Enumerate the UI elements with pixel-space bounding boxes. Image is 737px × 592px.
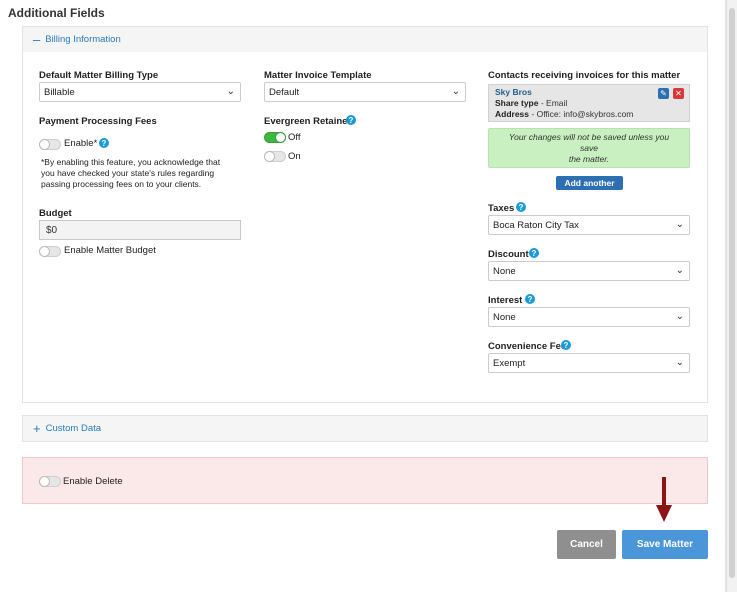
add-another-button[interactable]: Add another — [556, 176, 623, 190]
billing-type-label: Default Matter Billing Type — [39, 70, 159, 81]
budget-input[interactable]: $0 — [39, 220, 241, 240]
chevron-down-icon: ⌄ — [675, 265, 684, 276]
chevron-down-icon: ⌄ — [675, 357, 684, 368]
contacts-label: Contacts receiving invoices for this mat… — [488, 70, 681, 81]
processing-fees-note: *By enabling this feature, you acknowled… — [41, 157, 221, 189]
enable-delete-label: Enable Delete — [63, 476, 123, 487]
expand-icon: + — [33, 421, 41, 436]
cancel-button[interactable]: Cancel — [557, 530, 616, 559]
processing-fees-toggle[interactable] — [39, 139, 61, 150]
contact-share-type: Share type - Email — [495, 98, 568, 108]
billing-section-title: Billing Information — [45, 34, 121, 45]
chevron-down-icon: ⌄ — [226, 86, 235, 97]
contact-address: Address - Office: info@skybros.com — [495, 109, 634, 119]
chevron-down-icon: ⌄ — [675, 311, 684, 322]
evergreen-off-label: Off — [288, 132, 301, 143]
taxes-label: Taxes — [488, 203, 515, 214]
pencil-icon[interactable]: ✎ — [658, 88, 669, 99]
interest-label: Interest — [488, 295, 523, 306]
help-icon[interactable]: ? — [346, 115, 356, 125]
taxes-value: Boca Raton City Tax — [493, 219, 579, 231]
discount-value: None — [493, 265, 516, 277]
unsaved-warning: Your changes will not be saved unless yo… — [488, 128, 690, 168]
evergreen-label: Evergreen Retainer — [264, 116, 352, 127]
arrow-down-icon — [656, 477, 672, 522]
close-icon[interactable]: ✕ — [673, 88, 684, 99]
scrollbar[interactable] — [726, 0, 737, 592]
processing-fees-toggle-label: Enable* — [64, 138, 98, 149]
help-icon[interactable]: ? — [525, 294, 535, 304]
billing-type-value: Billable — [44, 86, 75, 98]
delete-panel — [22, 457, 708, 504]
evergreen-off-toggle[interactable] — [264, 132, 286, 143]
budget-label: Budget — [39, 208, 72, 219]
evergreen-on-toggle[interactable] — [264, 151, 286, 162]
help-icon[interactable]: ? — [516, 202, 526, 212]
page-title: Additional Fields — [8, 6, 105, 20]
discount-select[interactable]: None ⌄ — [488, 261, 690, 281]
invoice-template-select[interactable]: Default ⌄ — [264, 82, 466, 102]
evergreen-on-label: On — [288, 151, 301, 162]
custom-data-title: Custom Data — [45, 423, 102, 434]
enable-delete-toggle[interactable] — [39, 476, 61, 487]
interest-value: None — [493, 311, 516, 323]
save-matter-button[interactable]: Save Matter — [622, 530, 708, 559]
convenience-fee-select[interactable]: Exempt ⌄ — [488, 353, 690, 373]
billing-section-header[interactable]: – Billing Information — [22, 26, 708, 53]
chevron-down-icon: ⌄ — [451, 86, 460, 97]
chevron-down-icon: ⌄ — [675, 219, 684, 230]
budget-toggle[interactable] — [39, 246, 61, 257]
help-icon[interactable]: ? — [561, 340, 571, 350]
budget-toggle-label: Enable Matter Budget — [64, 245, 156, 256]
invoice-template-label: Matter Invoice Template — [264, 70, 372, 81]
convenience-fee-label: Convenience Fee — [488, 341, 567, 352]
contact-name: Sky Bros — [495, 87, 532, 97]
collapse-icon: – — [33, 32, 41, 47]
taxes-select[interactable]: Boca Raton City Tax ⌄ — [488, 215, 690, 235]
convenience-fee-value: Exempt — [493, 357, 526, 369]
custom-data-header[interactable]: + Custom Data — [22, 415, 708, 442]
discount-label: Discount — [488, 249, 529, 260]
help-icon[interactable]: ? — [529, 248, 539, 258]
billing-type-select[interactable]: Billable ⌄ — [39, 82, 241, 102]
interest-select[interactable]: None ⌄ — [488, 307, 690, 327]
processing-fees-label: Payment Processing Fees — [39, 116, 157, 127]
invoice-template-value: Default — [269, 86, 300, 98]
help-icon[interactable]: ? — [99, 138, 109, 148]
